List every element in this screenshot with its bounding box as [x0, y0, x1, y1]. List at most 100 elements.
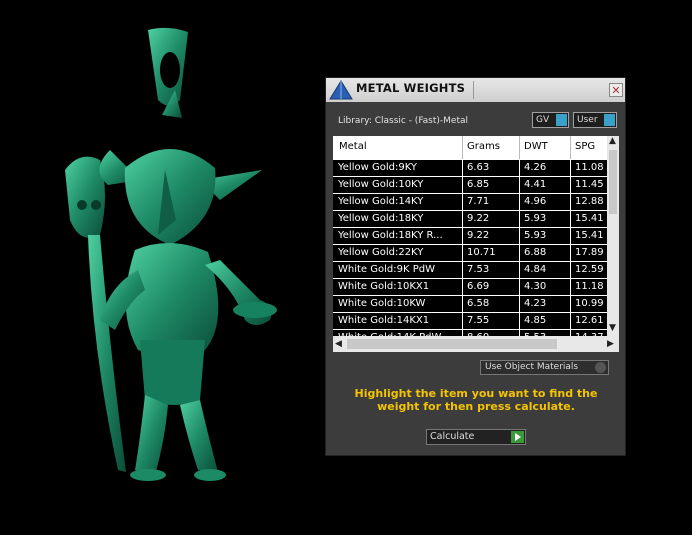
chevron-right-icon[interactable]: ▶ — [607, 339, 614, 349]
table-row[interactable]: White Gold:10KX1 6.69 4.30 11.18 — [333, 279, 607, 296]
table-row[interactable]: White Gold:9K PdW 7.53 4.84 12.59 — [333, 262, 607, 279]
close-button[interactable]: ✕ — [609, 83, 623, 97]
column-header-metal[interactable]: Metal — [339, 141, 367, 152]
chevron-up-icon[interactable]: ▲ — [609, 136, 616, 146]
column-divider — [570, 245, 571, 261]
instruction-text: Highlight the item you want to find the … — [354, 387, 598, 413]
column-divider — [462, 245, 463, 261]
dwt-cell: 4.26 — [524, 162, 547, 173]
column-divider — [462, 160, 463, 176]
scroll-thumb[interactable] — [609, 150, 617, 214]
vertical-scrollbar[interactable]: ▲ ▼ — [607, 136, 619, 336]
metal-cell: White Gold:14KX1 — [338, 315, 430, 326]
metal-table[interactable]: Metal Grams DWT SPG Yellow Gold:9KY 6.63 4… — [333, 136, 619, 352]
column-divider — [570, 194, 571, 210]
dwt-cell: 4.41 — [524, 179, 547, 190]
spg-cell: 10.99 — [575, 298, 604, 309]
gv-toggle[interactable]: GV — [532, 112, 569, 128]
toggle-knob-icon — [556, 114, 567, 126]
metal-cell: Yellow Gold:14KY — [338, 196, 424, 207]
column-divider — [462, 279, 463, 295]
calculate-button[interactable]: Calculate — [426, 429, 526, 445]
table-row[interactable]: White Gold:14KX1 7.55 4.85 12.61 — [333, 313, 607, 330]
column-divider — [570, 296, 571, 312]
use-object-materials-checkbox[interactable]: Use Object Materials — [480, 360, 609, 375]
metal-cell: Yellow Gold:18KY R... — [338, 230, 443, 241]
column-divider — [570, 160, 571, 176]
chevron-left-icon[interactable]: ◀ — [335, 339, 342, 349]
column-divider — [570, 262, 571, 278]
gv-toggle-label: GV — [536, 115, 550, 125]
column-divider — [519, 313, 520, 329]
dwt-cell: 6.88 — [524, 247, 547, 258]
column-divider — [462, 136, 463, 159]
table-row[interactable]: Yellow Gold:9KY 6.63 4.26 11.08 — [333, 160, 607, 177]
column-divider — [519, 262, 520, 278]
column-divider — [462, 177, 463, 193]
metal-cell: Yellow Gold:9KY — [338, 162, 417, 173]
column-divider — [570, 211, 571, 227]
table-row[interactable]: Yellow Gold:18KY 9.22 5.93 15.41 — [333, 211, 607, 228]
column-header-spg[interactable]: SPG — [575, 141, 595, 152]
table-row[interactable]: Yellow Gold:22KY 10.71 6.88 17.89 — [333, 245, 607, 262]
column-divider — [462, 262, 463, 278]
metal-cell: White Gold:9K PdW — [338, 264, 435, 275]
metal-cell: Yellow Gold:18KY — [338, 213, 424, 224]
panel-titlebar[interactable]: METAL WEIGHTS ✕ — [326, 78, 625, 102]
metal-cell: Yellow Gold:10KY — [338, 179, 424, 190]
spg-cell: 15.41 — [575, 230, 604, 241]
user-toggle[interactable]: User — [573, 112, 617, 128]
metal-cell: White Gold:10KX1 — [338, 281, 430, 292]
grams-cell: 6.85 — [467, 179, 490, 190]
column-divider — [519, 211, 520, 227]
column-divider — [462, 296, 463, 312]
column-header-dwt[interactable]: DWT — [524, 141, 548, 152]
library-label: Library: Classic - (Fast)-Metal — [338, 116, 469, 126]
metal-weights-panel: METAL WEIGHTS ✕ Library: Classic - (Fast… — [325, 77, 626, 456]
column-divider — [570, 313, 571, 329]
dwt-cell: 4.85 — [524, 315, 547, 326]
column-divider — [519, 177, 520, 193]
column-divider — [462, 228, 463, 244]
grams-cell: 10.71 — [467, 247, 496, 258]
spg-cell: 11.08 — [575, 162, 604, 173]
dwt-cell: 4.23 — [524, 298, 547, 309]
column-divider — [570, 136, 571, 159]
table-row[interactable]: White Gold:10KW 6.58 4.23 10.99 — [333, 296, 607, 313]
spg-cell: 11.45 — [575, 179, 604, 190]
table-row[interactable]: Yellow Gold:18KY R... 9.22 5.93 15.41 — [333, 228, 607, 245]
chevron-down-icon[interactable]: ▼ — [609, 323, 616, 333]
spg-cell: 17.89 — [575, 247, 604, 258]
metal-cell: Yellow Gold:22KY — [338, 247, 424, 258]
spg-cell: 15.41 — [575, 213, 604, 224]
table-header: Metal Grams DWT SPG — [333, 136, 607, 159]
column-divider — [462, 194, 463, 210]
table-row[interactable]: Yellow Gold:10KY 6.85 4.41 11.45 — [333, 177, 607, 194]
spg-cell: 12.88 — [575, 196, 604, 207]
grams-cell: 7.53 — [467, 264, 490, 275]
spg-cell: 12.61 — [575, 315, 604, 326]
column-divider — [570, 228, 571, 244]
panel-title: METAL WEIGHTS — [356, 81, 466, 95]
pyramid-logo-icon — [329, 80, 353, 100]
grams-cell: 7.55 — [467, 315, 490, 326]
column-divider — [519, 296, 520, 312]
grams-cell: 7.71 — [467, 196, 490, 207]
toggle-knob-icon — [604, 114, 615, 126]
user-toggle-label: User — [577, 115, 598, 125]
dwt-cell: 4.96 — [524, 196, 547, 207]
column-divider — [519, 160, 520, 176]
column-header-grams[interactable]: Grams — [467, 141, 500, 152]
scroll-thumb[interactable] — [347, 339, 557, 349]
column-divider — [462, 211, 463, 227]
horizontal-scrollbar[interactable]: ◀ ▶ — [333, 336, 619, 352]
grams-cell: 9.22 — [467, 213, 490, 224]
column-divider — [519, 136, 520, 159]
dwt-cell: 4.84 — [524, 264, 547, 275]
table-body: Yellow Gold:9KY 6.63 4.26 11.08 Yellow Gold:… — [333, 160, 607, 347]
goblin-figure-model — [65, 27, 277, 481]
table-row[interactable]: Yellow Gold:14KY 7.71 4.96 12.88 — [333, 194, 607, 211]
grams-cell: 6.69 — [467, 281, 490, 292]
column-divider — [519, 228, 520, 244]
column-divider — [519, 279, 520, 295]
